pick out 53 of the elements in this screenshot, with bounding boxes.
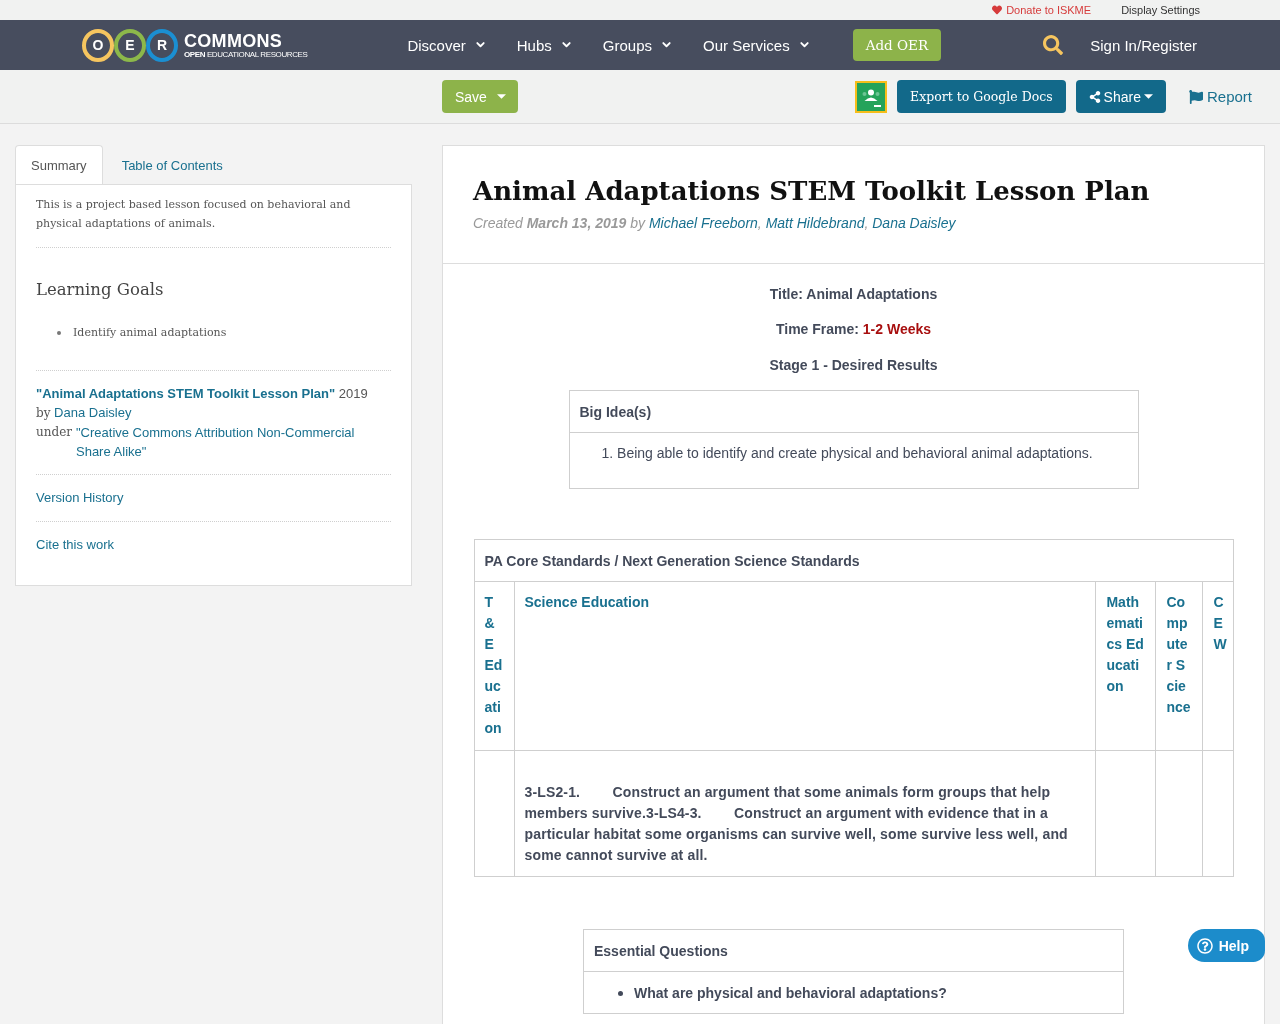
resource-title-link[interactable]: "Animal Adaptations STEM Toolkit Lesson Plan"	[36, 386, 336, 401]
export-button[interactable]: Export to Google Docs	[897, 80, 1066, 113]
logo-tagline: OPEN EDUCATIONAL RESOURCES	[184, 49, 308, 59]
nav-menu-item[interactable]: Groups	[602, 36, 671, 54]
donate-link[interactable]: Donate to ISKME	[992, 4, 1092, 16]
author-link[interactable]: Dana Daisley	[54, 405, 132, 420]
logo-letter-ring: R	[146, 28, 178, 62]
big-idea-text: 1. Being able to identify and create physical and behavioral animal adaptations.	[601, 445, 1093, 461]
sidebar-tab[interactable]: Table of Contents	[105, 145, 239, 184]
license-link[interactable]: "Creative Commons Attribution Non-Commercial Share Alike"	[76, 423, 376, 461]
standard-text: 3-LS2-1. Construct an argument that some animals form groups that help members survive.3-LS4-3. Construct an argument with evidence that in a particular habitat some organisms can survive well, some survive less well, and some cannot survive at all.	[524, 783, 1069, 865]
time-frame-text: Time Frame: 1-2 Weeks	[775, 320, 932, 339]
learning-goal-text: Identify animal adaptations	[73, 325, 227, 341]
author-link[interactable]: Dana Daisley	[872, 215, 956, 231]
bullet-icon	[618, 990, 623, 996]
sidebar-tab[interactable]: Summary	[15, 145, 103, 184]
question-text: What are physical and behavioral adaptations?	[634, 984, 947, 1003]
table-heading: Essential Questions	[583, 929, 1124, 972]
sign-in-link[interactable]: Sign In/Register	[1090, 36, 1197, 54]
share-button[interactable]: Share	[1075, 80, 1166, 113]
author-link[interactable]: Michael Freeborn	[648, 215, 758, 231]
help-icon	[1196, 937, 1213, 954]
created-byline: Created March 13, 2019 by Michael Freeborn, Matt Hildebrand, Dana Daisley	[473, 214, 956, 233]
attribution-text: "Animal Adaptations STEM Toolkit Lesson Plan" 2019	[36, 385, 368, 403]
caret-icon	[1143, 94, 1153, 99]
nav-menu-item[interactable]: Discover	[407, 36, 485, 54]
table-heading: PA Core Standards / Next Generation Science Standards	[474, 539, 1233, 582]
flag-icon	[1188, 89, 1203, 104]
subject-link[interactable]: Science Education	[524, 592, 1086, 613]
help-button[interactable]: Help	[1187, 929, 1265, 962]
sidebar-link[interactable]: Version History	[36, 488, 124, 508]
nav-menu-item[interactable]: Hubs	[516, 36, 571, 54]
stage-heading: Stage 1 - Desired Results	[769, 356, 938, 375]
report-link[interactable]: Report	[1188, 88, 1252, 105]
logo-letter-ring: O	[82, 28, 114, 62]
heart-icon	[992, 5, 1003, 15]
attribution-author-text: by Dana Daisley	[36, 404, 132, 422]
table-heading: Big Idea(s)	[569, 390, 1138, 433]
logo-wordmark: COMMONS	[184, 31, 283, 50]
logo-letter-ring: E	[114, 28, 146, 62]
license-label: under	[36, 424, 72, 441]
sidebar-link[interactable]: Cite this work	[36, 535, 115, 555]
lesson-title-text: Title: Animal Adaptations	[769, 285, 938, 304]
summary-text: This is a project based lesson focused on behavioral and physical adaptations of animals.	[36, 197, 352, 232]
classroom-icon[interactable]	[855, 80, 888, 113]
share-icon	[1088, 90, 1101, 103]
display-settings-link[interactable]: Display Settings	[1121, 4, 1200, 16]
learning-goals-heading: Learning Goals	[36, 279, 164, 301]
nav-menu-item[interactable]: Our Services	[703, 36, 809, 54]
bullet-icon	[57, 330, 61, 335]
caret-icon	[496, 94, 506, 99]
resource-title: Animal Adaptations STEM Toolkit Lesson Plan	[473, 175, 1150, 208]
search-icon[interactable]	[1043, 35, 1064, 55]
